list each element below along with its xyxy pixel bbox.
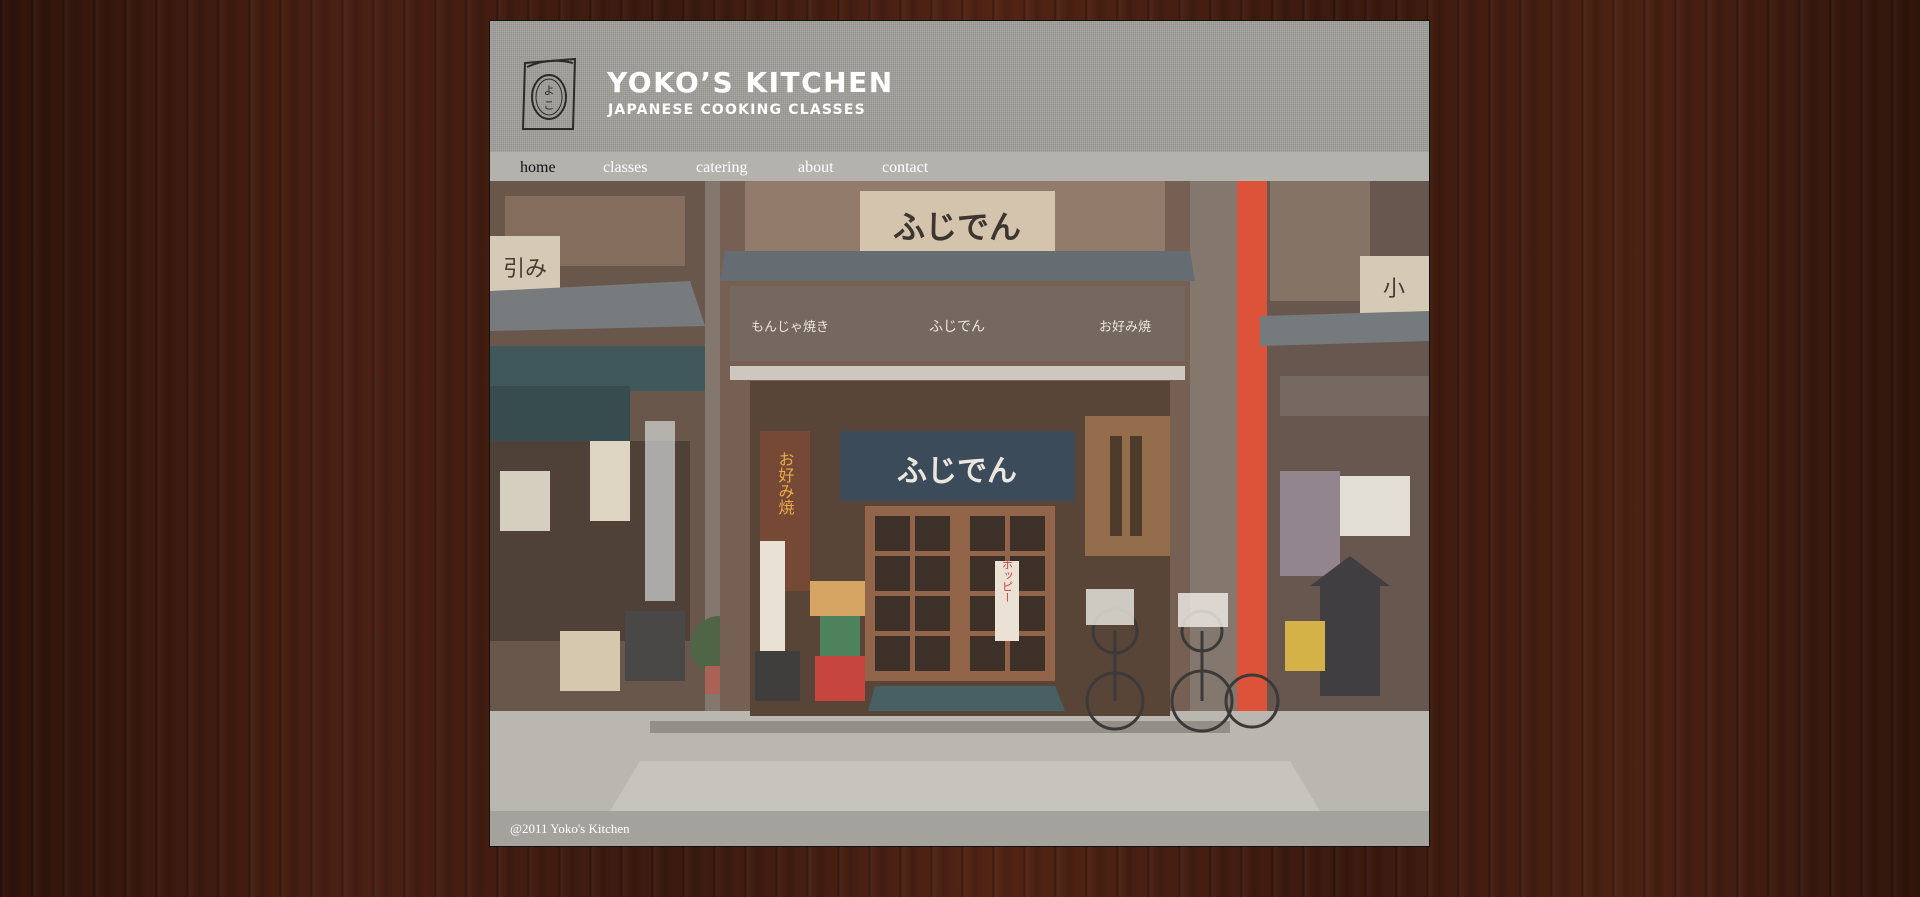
site-title: YOKO’S KITCHEN	[607, 66, 894, 99]
nav-item-home[interactable]: home	[520, 159, 556, 177]
nav-item-contact[interactable]: contact	[882, 159, 928, 177]
site-subtitle: JAPANESE COOKING CLASSES	[608, 102, 866, 118]
logo-text-bottom: こ	[544, 99, 555, 112]
logo-icon[interactable]: よ こ	[517, 53, 581, 133]
hero-image: 引み ふじでん もんじゃ焼き ふじでん お好み焼 ふじでん ホッピー お好み焼 …	[490, 181, 1429, 831]
nav-item-about[interactable]: about	[798, 159, 834, 177]
site-header: よ こ YOKO’S KITCHEN JAPANESE COOKING CLAS…	[490, 21, 1429, 152]
nav-item-catering[interactable]: catering	[696, 159, 748, 177]
copyright-text: @2011 Yoko's Kitchen	[510, 821, 630, 836]
page-container: よ こ YOKO’S KITCHEN JAPANESE COOKING CLAS…	[489, 20, 1430, 847]
logo-text-top: よ	[544, 84, 555, 97]
main-nav: home classes catering about contact	[490, 152, 1429, 181]
site-footer: @2011 Yoko's Kitchen	[490, 811, 1429, 846]
storefront-illustration: 引み ふじでん もんじゃ焼き ふじでん お好み焼 ふじでん ホッピー お好み焼 …	[490, 181, 1429, 831]
nav-item-classes[interactable]: classes	[603, 159, 647, 177]
